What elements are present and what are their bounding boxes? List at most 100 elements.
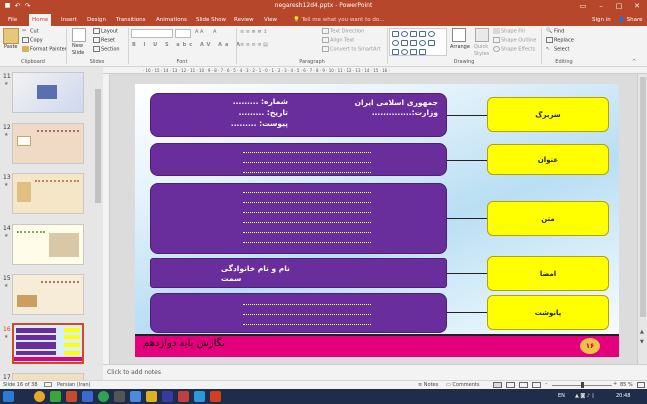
shape-icon[interactable] bbox=[419, 31, 426, 37]
reading-view-icon[interactable] bbox=[519, 382, 528, 388]
tab-view[interactable]: View bbox=[261, 14, 280, 26]
cut-button[interactable]: ✂ Cut bbox=[22, 28, 39, 36]
shape-icon[interactable] bbox=[428, 31, 435, 37]
shape-icon[interactable] bbox=[410, 49, 417, 55]
shape-effects-button[interactable]: Shape Effects bbox=[493, 46, 535, 54]
zoom-slider-thumb[interactable] bbox=[581, 382, 584, 388]
select-button[interactable]: ↖ Select bbox=[546, 46, 569, 54]
shape-fill-button[interactable]: Shape Fill bbox=[493, 28, 525, 36]
tab-slide-show[interactable]: Slide Show bbox=[193, 14, 229, 26]
quick-styles-button[interactable]: Quick bbox=[474, 44, 488, 51]
reset-button[interactable]: Reset bbox=[93, 37, 115, 45]
convert-smartart-button[interactable]: Convert to SmartArt bbox=[322, 46, 381, 54]
tab-animations[interactable]: Animations bbox=[153, 14, 190, 26]
tab-insert[interactable]: Insert bbox=[58, 14, 80, 26]
browser-icon[interactable] bbox=[34, 391, 45, 402]
slide-thumbnail-14[interactable] bbox=[12, 224, 84, 265]
arrange-icon[interactable] bbox=[452, 28, 466, 42]
whatsapp-icon[interactable] bbox=[98, 391, 109, 402]
layout-button[interactable]: Layout bbox=[93, 28, 118, 36]
find-button[interactable]: 🔍 Find bbox=[546, 28, 564, 36]
arrange-button[interactable]: Arrange bbox=[450, 44, 470, 51]
slide-thumbnail-13[interactable] bbox=[12, 173, 84, 214]
quick-styles-icon[interactable] bbox=[475, 28, 489, 42]
sign-in-link[interactable]: Sign in bbox=[589, 14, 614, 26]
app-icon[interactable] bbox=[162, 391, 173, 402]
app-icon[interactable] bbox=[130, 391, 141, 402]
align-text-button[interactable]: Align Text bbox=[322, 37, 354, 45]
new-slide-button-line2[interactable]: Slide bbox=[72, 50, 84, 57]
powerpoint-active-icon[interactable] bbox=[210, 391, 221, 402]
normal-view-icon[interactable] bbox=[493, 382, 502, 388]
app-icon[interactable] bbox=[114, 391, 125, 402]
scrollbar-thumb[interactable] bbox=[95, 89, 101, 203]
slide-thumbnail-16[interactable] bbox=[12, 323, 84, 364]
slideshow-view-icon[interactable] bbox=[532, 382, 541, 388]
tab-transitions[interactable]: Transitions bbox=[113, 14, 148, 26]
app-icon[interactable] bbox=[50, 391, 61, 402]
tab-home[interactable]: Home bbox=[29, 14, 52, 26]
label-title[interactable]: عنوان bbox=[487, 144, 609, 175]
text-direction-button[interactable]: Text Direction bbox=[322, 28, 364, 36]
tab-file[interactable]: File bbox=[5, 14, 20, 26]
shape-icon[interactable] bbox=[401, 40, 408, 46]
shapes-gallery[interactable] bbox=[389, 28, 447, 56]
tell-me-search[interactable]: 💡 Tell me what you want to do... bbox=[290, 14, 387, 26]
slide-thumbnail-11[interactable] bbox=[12, 72, 84, 113]
shape-icon[interactable] bbox=[401, 31, 408, 37]
shape-icon[interactable] bbox=[392, 49, 399, 55]
label-letterhead[interactable]: سربرگ bbox=[487, 97, 609, 132]
tray-icons[interactable]: ▲ ◙ ♪ ▯ bbox=[575, 393, 594, 399]
app-icon[interactable] bbox=[194, 391, 205, 402]
slide-thumbnail-12[interactable] bbox=[12, 123, 84, 164]
fit-slide-icon[interactable] bbox=[637, 382, 645, 388]
folder-icon[interactable] bbox=[146, 391, 157, 402]
tab-review[interactable]: Review bbox=[231, 14, 257, 26]
shape-icon[interactable] bbox=[392, 40, 399, 46]
shape-icon[interactable] bbox=[419, 49, 426, 55]
body-box[interactable] bbox=[150, 183, 447, 254]
start-icon[interactable] bbox=[3, 391, 14, 402]
font-size-buttons[interactable]: A A bbox=[195, 29, 203, 36]
shape-icon[interactable] bbox=[392, 31, 399, 37]
notes-toggle[interactable]: ≡ Notes bbox=[418, 382, 438, 388]
shape-icon[interactable] bbox=[428, 40, 435, 46]
signature-box[interactable]: نام و نام خانوادگی سمت bbox=[150, 258, 447, 288]
shape-icon[interactable] bbox=[410, 31, 417, 37]
zoom-in-icon[interactable]: + bbox=[613, 381, 617, 387]
shape-outline-button[interactable]: Shape Outline bbox=[493, 37, 536, 45]
shape-icon[interactable] bbox=[410, 40, 417, 46]
label-footnote[interactable]: پانوشت bbox=[487, 295, 609, 330]
next-slide-icon[interactable]: ▼ bbox=[640, 339, 644, 345]
slide-sorter-icon[interactable] bbox=[506, 382, 515, 388]
paste-icon[interactable] bbox=[3, 28, 19, 44]
label-body[interactable]: متن bbox=[487, 201, 609, 236]
spelling-icon[interactable] bbox=[44, 382, 52, 387]
clock[interactable]: 20:48 bbox=[616, 393, 630, 399]
list-buttons[interactable]: ≡ ≡ ≣ ≣ ↕ bbox=[240, 29, 267, 36]
notes-pane[interactable]: Click to add notes bbox=[103, 364, 647, 380]
header-box[interactable]: جمهوری اسلامی ایران وزارت:..............… bbox=[150, 93, 447, 137]
language-indicator[interactable]: EN bbox=[558, 393, 565, 399]
font-style-buttons[interactable]: B I U S abc AV Aa A bbox=[132, 42, 243, 49]
app-icon[interactable] bbox=[178, 391, 189, 402]
minimize-icon[interactable]: – bbox=[592, 1, 610, 12]
new-slide-button[interactable]: New bbox=[72, 43, 83, 50]
title-box[interactable] bbox=[150, 143, 447, 176]
alignment-buttons[interactable]: ≡ ≡ ≡ ≡ ▤ bbox=[240, 42, 268, 49]
slide[interactable]: جمهوری اسلامی ایران وزارت:..............… bbox=[135, 84, 619, 357]
shape-icon[interactable] bbox=[419, 40, 426, 46]
paste-button[interactable]: Paste bbox=[4, 44, 18, 51]
app-icon[interactable] bbox=[82, 391, 93, 402]
label-signature[interactable]: امضا bbox=[487, 256, 609, 291]
slide-thumbnail-17[interactable] bbox=[12, 373, 84, 380]
shape-icon[interactable] bbox=[401, 49, 408, 55]
copy-button[interactable]: Copy bbox=[22, 37, 43, 45]
maximize-icon[interactable]: □ bbox=[610, 1, 628, 12]
share-button[interactable]: 👤 Share bbox=[615, 14, 645, 26]
powerpoint-app-icon[interactable] bbox=[66, 391, 77, 402]
close-icon[interactable]: ✕ bbox=[628, 1, 646, 12]
editor-scrollbar[interactable]: ▲ ▼ bbox=[637, 74, 647, 364]
zoom-out-icon[interactable]: – bbox=[545, 381, 548, 387]
font-size-input[interactable] bbox=[175, 29, 191, 38]
